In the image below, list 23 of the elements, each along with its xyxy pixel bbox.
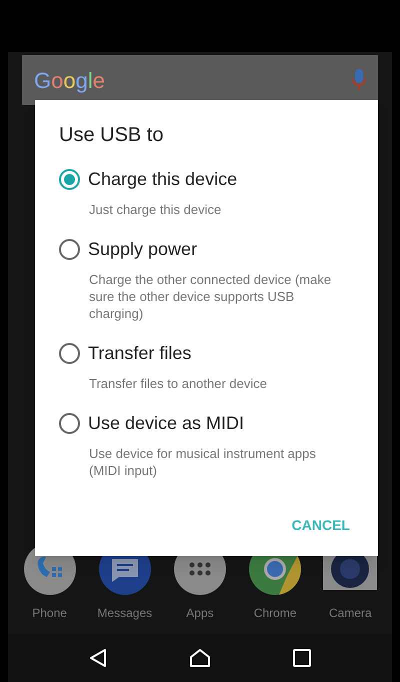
home-icon[interactable]	[189, 648, 211, 668]
radio-button[interactable]	[59, 343, 80, 364]
radio-button[interactable]	[59, 413, 80, 434]
overview-icon[interactable]	[293, 649, 311, 667]
radio-button[interactable]	[59, 169, 80, 190]
app-label: Phone	[32, 605, 67, 622]
option-description: Use device for musical instrument apps (MIDI input)	[89, 445, 317, 479]
option-label[interactable]: Charge this device	[88, 166, 238, 193]
app-label: Messages	[97, 605, 152, 622]
search-bar[interactable]: Google	[22, 55, 378, 105]
back-icon[interactable]	[89, 648, 107, 668]
app-label: Apps	[186, 605, 214, 622]
app-label: Chrome	[254, 605, 296, 622]
option-label[interactable]: Transfer files	[88, 340, 192, 367]
dialog-title: Use USB to	[59, 123, 164, 148]
option-description: Charge the other connected device (make sure the other device supports USB charging)	[89, 271, 332, 322]
option-description: Transfer files to another device	[89, 375, 268, 392]
option-label[interactable]: Use device as MIDI	[88, 410, 244, 437]
search-logo: Google	[34, 66, 106, 95]
option-label[interactable]: Supply power	[88, 236, 198, 263]
option-description: Just charge this device	[89, 201, 222, 218]
radio-button[interactable]	[59, 239, 80, 260]
app-label: Camera	[329, 605, 372, 622]
